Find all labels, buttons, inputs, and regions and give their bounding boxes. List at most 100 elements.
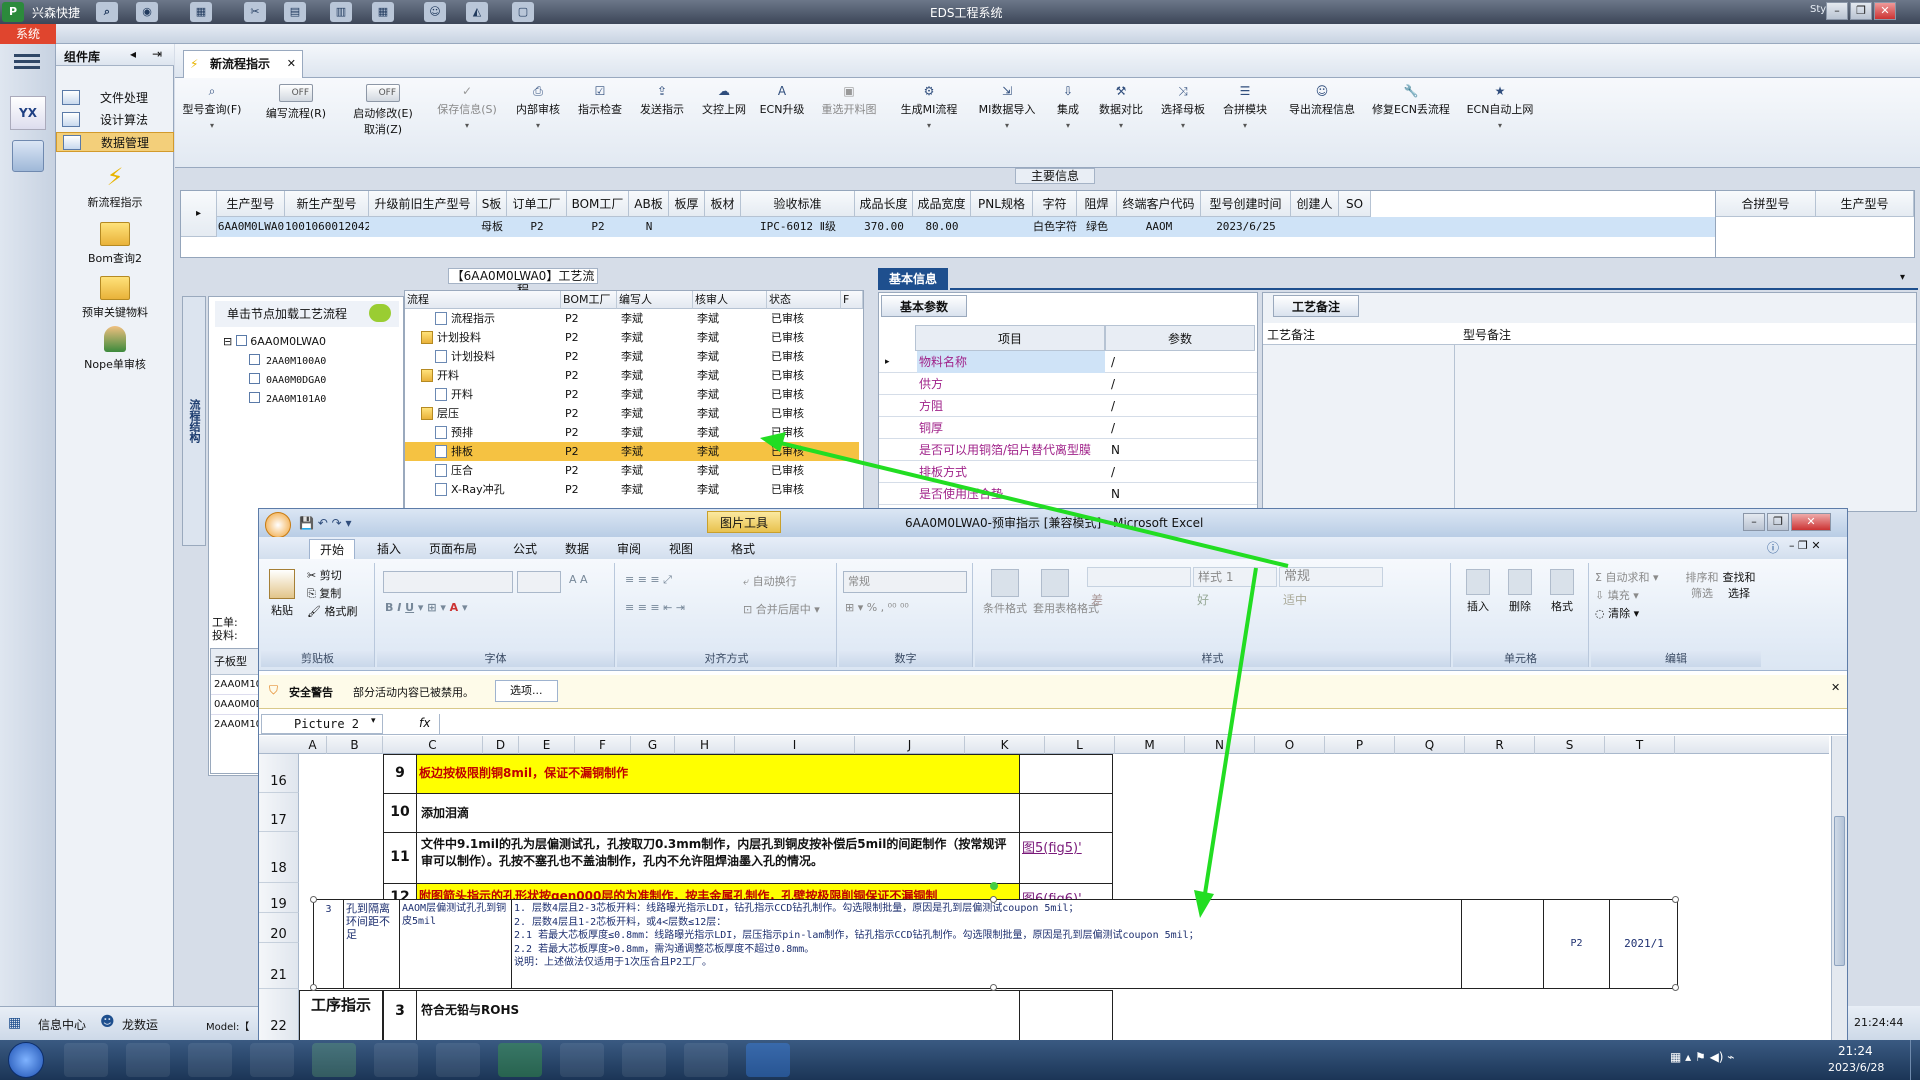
fx-icon[interactable]: fx [419,716,430,730]
cell[interactable] [705,217,741,237]
col-header[interactable]: 参数 [1105,325,1255,351]
bold-icon[interactable]: B I U ▾ ⊞ ▾ A ▾ [385,601,468,614]
minimize-icon[interactable]: – [1743,513,1765,531]
taskbar-word-icon[interactable] [560,1043,604,1077]
cell[interactable]: 板边按极限削铜8mil，保证不漏铜制作 [416,754,1020,794]
flow-structure-tab[interactable]: 流程结构 [182,296,206,546]
cell[interactable]: 10010600120424 [285,217,369,237]
cell[interactable] [369,217,477,237]
tab-formulas[interactable]: 公式 [503,539,547,559]
col-header[interactable]: S板 [477,191,507,217]
style-good[interactable]: 好 [1193,591,1277,611]
column-header[interactable]: M [1115,736,1185,754]
tab-format[interactable]: 格式 [721,539,765,559]
tab-page-layout[interactable]: 页面布局 [419,539,487,559]
tray-icons[interactable]: ▦ ▴ ⚑ ◀) ⌁ [1670,1050,1735,1064]
tree-node[interactable]: 2AA0M101A0 [249,392,326,405]
col-header[interactable]: 成品宽度 [913,191,971,217]
resize-handle[interactable] [1672,896,1679,903]
cell[interactable]: P2 [567,217,629,237]
tool-nope-review[interactable]: Nope单审核 [56,326,174,372]
column-header[interactable]: L [1045,736,1115,754]
data-compare-button[interactable]: ⚒ 数据对比 ▾ [1091,84,1151,130]
chevron-left-icon[interactable]: ◂ [130,47,136,61]
close-icon[interactable]: ✕ [1831,681,1840,694]
col-header[interactable]: 升级前旧生产型号 [369,191,477,217]
cell[interactable]: 6AA0M0LWA0 [217,217,285,237]
flow-row[interactable]: 预排 P2 李斌 李斌 已审核 [405,423,859,442]
cell[interactable]: 2023/6/25 [1201,217,1291,237]
resize-handle[interactable] [1672,984,1679,991]
start-modify-toggle[interactable]: OFF 启动修改(E) 取消(Z) [345,84,421,137]
wrap-text-button[interactable]: ⤶ 自动换行 [743,573,797,589]
tool-key-material[interactable]: 预审关键物料 [56,276,174,320]
column-header[interactable]: I [735,736,855,754]
tab-home[interactable]: 开始 [309,539,356,559]
globe-icon[interactable]: ◉ [136,2,158,22]
autosum-button[interactable]: Σ 自动求和 ▾ [1595,569,1658,585]
column-header[interactable]: A [299,736,327,754]
style-1[interactable]: 样式 1 [1193,567,1277,587]
reselect-cut-button[interactable]: ▣ 重选开料图 [811,84,887,117]
cell[interactable]: 370.00 [855,217,913,237]
column-header[interactable]: B [327,736,383,754]
taskbar-app-icon[interactable] [126,1043,170,1077]
tool-new-flow[interactable]: ⚡ 新流程指示 [56,164,174,210]
table-icon[interactable]: ▦ [372,2,394,22]
cell[interactable]: 文件中9.1mil的孔为层偏测试孔，孔按取刀0.3mm制作，内层孔到铜皮按补偿后… [416,832,1020,884]
flow-row[interactable]: 开料 P2 李斌 李斌 已审核 [405,366,859,385]
show-desktop-button[interactable] [1910,1040,1920,1080]
param-row[interactable]: 是否使用压合垫 N [879,483,1257,505]
cell[interactable] [1019,754,1113,794]
col-header[interactable]: 阻焊 [1077,191,1117,217]
cell[interactable]: 符合无铅与ROHS [416,990,1020,1042]
close-icon[interactable]: ✕ [1874,2,1896,20]
cell[interactable]: N [629,217,669,237]
start-button-icon[interactable] [8,1042,44,1078]
name-box[interactable]: Picture 2 [261,714,383,734]
hamburger-icon[interactable] [14,52,40,72]
taskbar-excel-icon[interactable] [498,1043,542,1077]
col-header[interactable]: 核审人 [693,291,767,309]
area-chart-icon[interactable]: ◭ [466,2,488,22]
model-query-button[interactable]: ⌕ 型号查询(F) ▾ [177,84,247,130]
ribbon-minimize-icon[interactable]: – ❐ ✕ [1789,539,1821,552]
resize-handle[interactable] [990,984,997,991]
param-value[interactable]: N [1107,439,1120,461]
col-header[interactable]: 新生产型号 [285,191,369,217]
yx-logo-icon[interactable]: YX [10,96,46,130]
column-header[interactable]: F [575,736,631,754]
resize-handle[interactable] [310,984,317,991]
merge-center-button[interactable]: ⊡ 合并后居中 ▾ [743,601,820,617]
tab-data[interactable]: 数据 [555,539,599,559]
font-name-select[interactable] [383,571,513,593]
film-icon[interactable]: ▤ [284,2,306,22]
row-header[interactable]: 17 [259,793,299,832]
param-row[interactable]: 供方 / [879,373,1257,395]
column-header[interactable]: H [675,736,735,754]
scissors-icon[interactable]: ✂ [244,2,266,22]
cell[interactable]: 白色字符 [1033,217,1077,237]
write-flow-toggle[interactable]: OFF 编写流程(R) [261,84,331,121]
cell[interactable]: 绿色 [1077,217,1117,237]
flow-row[interactable]: 计划投料 P2 李斌 李斌 已审核 [405,347,859,366]
font-size-select[interactable] [517,571,561,593]
chevron-down-icon[interactable]: ▾ [1900,272,1905,283]
tab-new-flow[interactable]: ⚡ 新流程指示 ✕ [183,50,303,78]
select-master-button[interactable]: ⤨ 选择母板 ▾ [1153,84,1213,130]
search-icon[interactable]: ⌕ [96,2,118,22]
font-grow-icon[interactable]: A A [569,573,588,586]
row-header[interactable]: 21 [259,943,299,989]
col-header[interactable]: 订单工厂 [507,191,567,217]
tree-root[interactable]: ⊟ 6AA0M0LWA0 [223,335,326,348]
taskbar-app-icon[interactable] [64,1043,108,1077]
resize-handle[interactable] [310,896,317,903]
column-header[interactable]: K [965,736,1045,754]
tab-insert[interactable]: 插入 [367,539,411,559]
flow-row[interactable]: 排板 P2 李斌 李斌 已审核 [405,442,859,461]
cell[interactable]: 3 [383,990,417,1042]
find-select-button[interactable]: 查找和选择 [1721,569,1757,601]
param-row[interactable]: ▸ 物料名称 / [879,351,1257,373]
sort-filter-button[interactable]: 排序和筛选 [1685,569,1719,601]
flow-row[interactable]: 开料 P2 李斌 李斌 已审核 [405,385,859,404]
